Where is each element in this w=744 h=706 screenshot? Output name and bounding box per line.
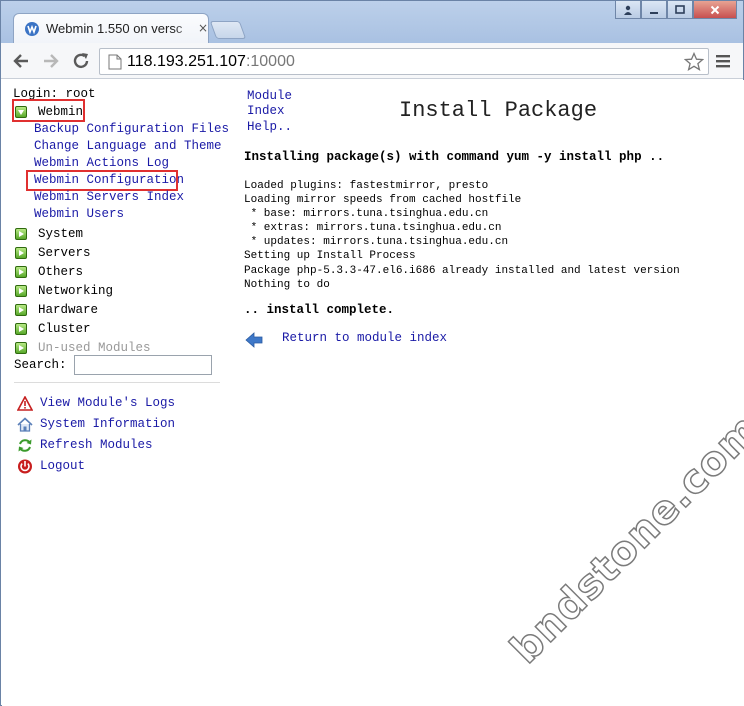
install-command-line: Installing package(s) with command yum -… [244,150,665,164]
webmin-favicon-icon [25,22,39,36]
module-link[interactable]: Module [247,89,292,103]
maximize-icon [675,4,685,14]
output-line: * extras: mirrors.tuna.tsinghua.edu.cn [244,222,502,235]
sidebar-item-webmin-users[interactable]: Webmin Users [34,207,124,221]
sidebar-item-change-language[interactable]: Change Language and Theme [34,139,222,153]
minimize-icon [650,11,658,14]
category-label: Un-used Modules [38,340,151,355]
command-output: Loaded plugins: fastestmirror, presto Loa… [244,179,680,292]
output-line: Loaded plugins: fastestmirror, presto [244,180,489,192]
browser-tab[interactable]: Webmin 1.550 on versc × [13,13,209,43]
maximize-button[interactable] [667,1,693,19]
close-icon [710,5,720,14]
return-to-module-index-link[interactable]: Return to module index [282,331,447,345]
page-title: Install Package [399,98,598,123]
sidebar-divider [14,382,220,383]
category-unused-modules[interactable]: Un-used Modules [15,339,151,356]
power-icon [18,459,32,473]
category-system[interactable]: System [15,225,83,242]
annotation-highlight-box [12,99,85,122]
view-module-logs-link[interactable]: View Module's Logs [17,394,175,412]
back-arrow-icon[interactable] [245,331,263,349]
annotation-highlight-box [26,170,178,191]
close-button[interactable] [693,1,737,19]
category-label: System [38,226,84,241]
index-link[interactable]: Index [247,104,285,118]
category-collapsed-icon [15,227,27,240]
page-viewport: Login: root Webmin Backup Configuration … [2,80,744,706]
title-bar: Webmin 1.550 on versc × [1,1,743,43]
category-hardware[interactable]: Hardware [15,301,98,318]
sidebar-item-backup-config[interactable]: Backup Configuration Files [34,122,229,136]
category-servers[interactable]: Servers [15,244,91,261]
logout-link[interactable]: Logout [17,457,85,475]
help-link[interactable]: Help.. [247,120,292,134]
category-collapsed-icon [15,265,27,278]
browser-window: Webmin 1.550 on versc × 118.193.251.107:… [0,0,744,706]
address-bar[interactable]: 118.193.251.107:10000 [99,48,709,75]
search-input[interactable] [74,355,212,375]
search-label: Search: [14,358,67,372]
tab-close-icon[interactable]: × [198,22,210,34]
user-button[interactable] [615,1,641,19]
minimize-button[interactable] [641,1,667,19]
url-text: 118.193.251.107:10000 [127,53,295,70]
reload-icon[interactable] [71,51,91,71]
category-label: Servers [38,245,91,260]
category-others[interactable]: Others [15,263,83,280]
window-controls [615,1,737,19]
tool-link-label: System Information [40,417,176,431]
main-content-frame: Module Index Help.. Install Package Inst… [224,80,744,706]
sidebar-item-servers-index[interactable]: Webmin Servers Index [34,190,184,204]
output-line: Setting up Install Process [244,250,416,263]
tab-title: Webmin 1.550 on versc [46,21,183,36]
menu-icon[interactable] [715,53,731,69]
category-label: Networking [38,283,114,298]
refresh-icon [18,438,32,452]
warning-icon [17,395,33,411]
left-nav-frame: Login: root Webmin Backup Configuration … [2,80,229,706]
back-arrow-icon[interactable] [11,51,31,71]
new-tab-button[interactable] [209,21,247,39]
tool-link-label: Refresh Modules [40,438,153,452]
output-line: Nothing to do [244,278,330,291]
category-networking[interactable]: Networking [15,282,113,299]
category-collapsed-icon [15,284,27,297]
bookmark-star-icon[interactable] [684,52,704,72]
category-label: Others [38,264,84,279]
tool-link-label: View Module's Logs [40,396,176,410]
category-collapsed-icon [15,246,27,259]
system-information-link[interactable]: System Information [17,415,175,433]
browser-toolbar: 118.193.251.107:10000 [1,43,743,79]
refresh-modules-link[interactable]: Refresh Modules [17,436,153,454]
category-collapsed-icon [15,322,27,335]
category-label: Cluster [38,321,91,336]
user-icon [624,5,632,15]
sidebar-item-actions-log[interactable]: Webmin Actions Log [34,156,169,170]
output-line: * base: mirrors.tuna.tsinghua.edu.cn [244,208,489,221]
category-label: Hardware [38,302,99,317]
output-line: Package php-5.3.3-47.el6.i686 already in… [244,264,680,277]
category-collapsed-icon [15,303,27,316]
tool-link-label: Logout [40,459,86,473]
output-line: Loading mirror speeds from cached hostfi… [244,194,522,207]
category-cluster[interactable]: Cluster [15,320,91,337]
category-collapsed-icon [15,341,27,354]
page-icon [108,54,122,70]
forward-arrow-icon[interactable] [41,51,61,71]
install-complete-text: .. install complete. [244,303,395,317]
home-icon [17,416,33,432]
output-line: * updates: mirrors.tuna.tsinghua.edu.cn [244,236,509,249]
